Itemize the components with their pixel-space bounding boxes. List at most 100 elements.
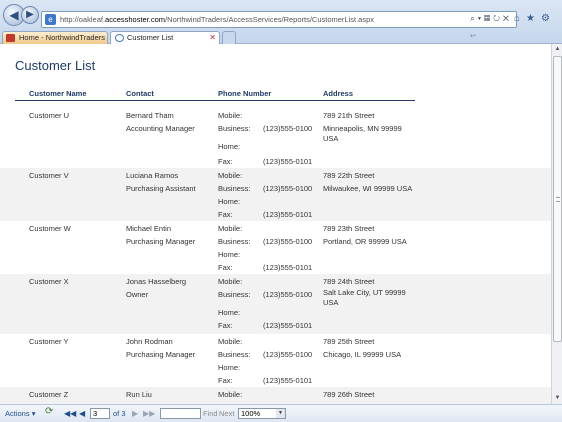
column-header-address: Address: [323, 89, 354, 98]
address-url[interactable]: http://oakleaf.accesshoster.com/Northwin…: [60, 15, 374, 24]
refresh-icon[interactable]: ⟳: [45, 406, 53, 417]
scroll-up-icon[interactable]: ▲: [553, 45, 562, 54]
table-row: Customer Z Run Liu Mobile: Business: 789…: [0, 387, 551, 404]
header-divider: [15, 100, 415, 101]
zoom-value: 100%: [241, 409, 261, 418]
address-street: 789 24th Street: [323, 277, 375, 286]
zoom-select[interactable]: 100% ▼: [238, 408, 286, 419]
address-street: 789 22th Street: [323, 171, 375, 180]
phone-label-mobile: Mobile:: [218, 224, 243, 233]
page-number-input[interactable]: 3: [90, 408, 110, 419]
contact-name: Michael Entin: [126, 224, 172, 233]
tab-home-label: Home - NorthwindTraders: [19, 33, 105, 42]
ie-icon: [115, 34, 124, 42]
contact-name: Run Liu: [126, 390, 152, 399]
phone-fax: (123)555-0101: [263, 263, 313, 272]
phone-label-mobile: Mobile:: [218, 277, 243, 286]
url-domain: accesshoster.com: [105, 15, 166, 24]
table-row: Customer V Luciana Ramos Purchasing Assi…: [0, 168, 551, 221]
phone-label-fax: Fax:: [218, 263, 233, 272]
phone-fax: (123)555-0101: [263, 376, 313, 385]
table-row: Customer Y John Rodman Purchasing Manage…: [0, 334, 551, 387]
find-link[interactable]: Find: [203, 408, 218, 419]
phone-label-business: Business:: [218, 237, 251, 246]
contact-title: Purchasing Manager: [126, 350, 196, 359]
phone-label-home: Home:: [218, 197, 241, 206]
phone-label-home: Home:: [218, 308, 241, 317]
address-street: 789 21th Street: [323, 111, 375, 120]
phone-label-mobile: Mobile:: [218, 171, 243, 180]
phone-label-mobile: Mobile:: [218, 390, 243, 399]
grip-icon: [556, 197, 560, 202]
phone-business: (123)555-0100: [263, 237, 313, 246]
phone-label-business: Business:: [218, 290, 251, 299]
find-next-link[interactable]: Next: [219, 408, 234, 419]
access-icon: [6, 34, 15, 42]
url-prefix: http://oakleaf.: [60, 15, 106, 24]
table-row: Customer W Michael Entin Purchasing Mana…: [0, 221, 551, 274]
phone-fax: (123)555-0101: [263, 321, 313, 330]
customer-name: Customer U: [29, 111, 70, 120]
column-header-contact: Contact: [126, 89, 154, 98]
address-street: 789 23th Street: [323, 224, 375, 233]
customer-name: Customer W: [29, 224, 71, 233]
phone-label-fax: Fax:: [218, 321, 233, 330]
forward-icon[interactable]: ▶: [21, 6, 39, 24]
phone-label-fax: Fax:: [218, 210, 233, 219]
address-street: 789 25th Street: [323, 337, 375, 346]
first-page-icon[interactable]: ◀◀: [64, 408, 76, 419]
phone-label-fax: Fax:: [218, 376, 233, 385]
phone-label-mobile: Mobile:: [218, 111, 243, 120]
actions-label: Actions: [5, 409, 30, 418]
contact-title: Accounting Manager: [126, 124, 195, 133]
close-tab-icon[interactable]: ✕: [209, 32, 216, 44]
command-bar-ghost-icon: ↩: [470, 33, 476, 40]
customer-name: Customer X: [29, 277, 69, 286]
browser-chrome: ◀ ▶ e http://oakleaf.accesshoster.com/No…: [0, 0, 562, 44]
scroll-down-icon[interactable]: ▼: [553, 394, 562, 403]
customer-name: Customer Z: [29, 390, 69, 399]
vertical-scrollbar[interactable]: ▲ ▼: [551, 44, 562, 404]
contact-name: Bernard Tham: [126, 111, 174, 120]
table-row: Customer X Jonas Hasselberg Owner Mobile…: [0, 274, 551, 334]
phone-label-business: Business:: [218, 124, 251, 133]
phone-business: (123)555-0100: [263, 350, 313, 359]
phone-label-fax: Fax:: [218, 157, 233, 166]
home-favorites-tools-icons[interactable]: ⌂★⚙: [514, 13, 556, 24]
phone-label-home: Home:: [218, 142, 241, 151]
tab-home[interactable]: Home - NorthwindTraders: [2, 31, 108, 44]
page-title: Customer List: [15, 58, 96, 73]
phone-business: (123)555-0100: [263, 184, 313, 193]
contact-title: Purchasing Assistant: [126, 184, 196, 193]
phone-business: (123)555-0100: [263, 124, 313, 133]
phone-label-home: Home:: [218, 250, 241, 259]
customer-name: Customer V: [29, 171, 69, 180]
next-page-icon[interactable]: ▶: [132, 408, 138, 419]
tab-customer-list[interactable]: Customer List ✕: [110, 31, 220, 44]
scroll-thumb[interactable]: [553, 56, 562, 342]
customer-name: Customer Y: [29, 337, 69, 346]
url-path: /NorthwindTraders/AccessServices/Reports…: [165, 15, 375, 24]
table-row: Customer U Bernard Tham Accounting Manag…: [0, 108, 551, 168]
address-city: Milwaukee, WI 99999 USA: [323, 184, 413, 193]
page-count: of 3: [113, 409, 126, 418]
address-bar[interactable]: e http://oakleaf.accesshoster.com/Northw…: [41, 11, 517, 28]
phone-fax: (123)555-0101: [263, 157, 313, 166]
phone-business: (123)555-0100: [263, 290, 313, 299]
contact-name: Jonas Hasselberg: [126, 277, 187, 286]
contact-title: Purchasing Manager: [126, 237, 196, 246]
new-tab-button[interactable]: [222, 31, 236, 44]
column-header-phone-number: Phone Number: [218, 89, 272, 98]
refresh-stop-icons[interactable]: ⌕▾▦↻✕: [470, 14, 512, 24]
find-input[interactable]: [160, 408, 201, 419]
address-city: Portland, OR 99999 USA: [323, 237, 407, 246]
page-icon: e: [45, 14, 56, 25]
phone-label-home: Home:: [218, 363, 241, 372]
previous-page-icon[interactable]: ◀: [79, 408, 85, 419]
contact-name: John Rodman: [126, 337, 173, 346]
contact-title: Owner: [126, 290, 149, 299]
contact-name: Luciana Ramos: [126, 171, 179, 180]
actions-menu[interactable]: Actions ▾: [5, 408, 35, 419]
dropdown-arrow-icon: ▾: [31, 409, 36, 418]
last-page-icon[interactable]: ▶▶: [143, 408, 155, 419]
